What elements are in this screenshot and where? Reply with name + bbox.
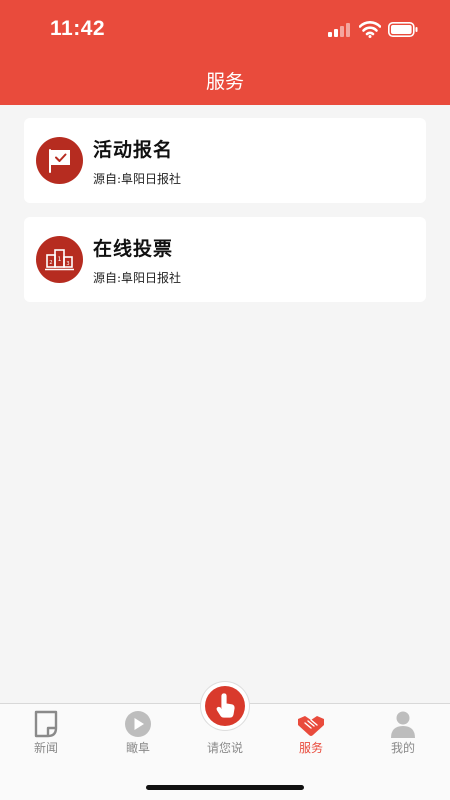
tab-label: 请您说 <box>206 741 243 755</box>
person-icon <box>391 711 415 738</box>
card-title: 在线投票 <box>93 238 174 260</box>
flag-check-icon <box>36 137 83 184</box>
tab-label: 瞰阜 <box>125 741 150 755</box>
card-source: 源自:阜阳日报社 <box>93 271 182 285</box>
please-speak-button[interactable] <box>201 682 249 730</box>
tab-mine[interactable]: 我的 <box>358 704 448 764</box>
service-card-activity-signup[interactable]: 活动报名 源自:阜阳日报社 <box>24 118 426 203</box>
tab-news[interactable]: 新闻 <box>1 704 91 764</box>
home-indicator <box>146 785 304 790</box>
status-time: 11:42 <box>50 17 106 40</box>
wifi-icon <box>359 21 381 38</box>
svg-text:1: 1 <box>58 256 62 263</box>
news-icon <box>34 710 58 738</box>
tab-kanfu[interactable]: 瞰阜 <box>93 704 183 764</box>
tab-label: 新闻 <box>33 741 58 755</box>
svg-text:3: 3 <box>66 261 69 267</box>
podium-icon: 1 2 3 <box>36 236 83 283</box>
tab-service[interactable]: 服务 <box>266 704 356 764</box>
status-bar: 11:42 <box>0 0 450 60</box>
tap-hand-icon <box>205 686 245 726</box>
svg-text:2: 2 <box>49 260 52 266</box>
tab-label: 服务 <box>298 741 323 755</box>
service-card-online-vote[interactable]: 1 2 3 在线投票 源自:阜阳日报社 <box>24 217 426 302</box>
page-title: 服务 <box>205 71 244 93</box>
card-title: 活动报名 <box>93 139 174 161</box>
cellular-signal-icon <box>328 23 350 37</box>
play-icon <box>125 711 151 737</box>
card-source: 源自:阜阳日报社 <box>93 172 182 186</box>
handshake-icon <box>298 716 324 736</box>
battery-icon <box>388 22 418 37</box>
header: 11:42 服务 <box>0 0 450 105</box>
tab-label: 我的 <box>390 741 415 755</box>
